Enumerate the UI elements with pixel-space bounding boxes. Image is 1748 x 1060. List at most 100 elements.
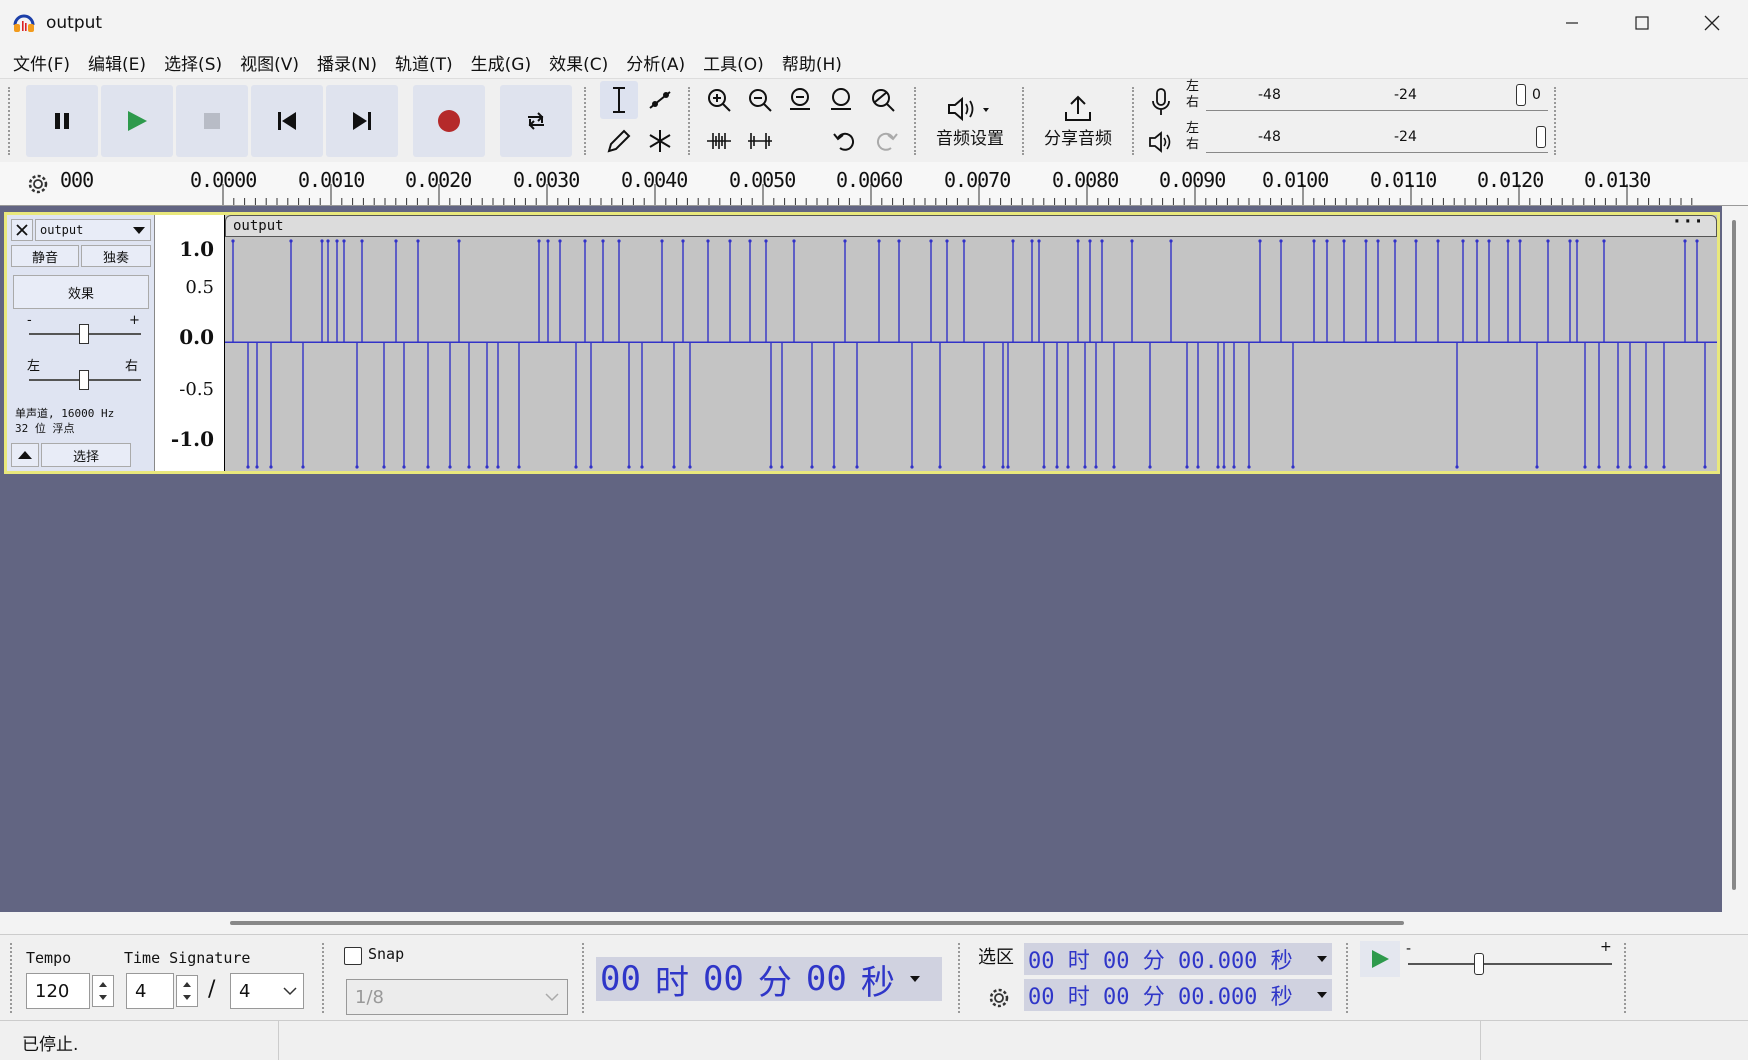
- share-audio-button[interactable]: 分享音频: [1030, 83, 1126, 159]
- toolbar-grip[interactable]: [1624, 943, 1628, 1013]
- effects-button[interactable]: 效果: [13, 275, 149, 309]
- audio-setup-label: 音频设置: [936, 128, 1004, 149]
- minimize-button[interactable]: [1537, 0, 1607, 46]
- redo-button[interactable]: [867, 122, 905, 160]
- time-signature-denominator[interactable]: 4: [230, 973, 304, 1009]
- vertical-scrollbar[interactable]: [1722, 206, 1748, 912]
- menu-view[interactable]: 视图(V): [231, 50, 308, 75]
- track-select-button[interactable]: 选择: [41, 443, 131, 467]
- zoom-in-button[interactable]: [700, 81, 738, 119]
- track-area[interactable]: output 静音 独奏 效果 - + 左 右 单声道, 16000 Hz 32…: [0, 206, 1722, 912]
- pause-button[interactable]: [26, 85, 98, 157]
- menu-analyze[interactable]: 分析(A): [617, 50, 694, 75]
- selection-settings-button[interactable]: [984, 983, 1014, 1013]
- zoom-out-button[interactable]: [741, 81, 779, 119]
- time-signature-numerator[interactable]: 4: [126, 973, 174, 1009]
- zoom-toggle-button[interactable]: [864, 81, 902, 119]
- collapse-track-button[interactable]: [11, 443, 39, 467]
- audio-clip[interactable]: output ···: [225, 212, 1717, 471]
- toolbar-grip[interactable]: [914, 87, 918, 155]
- menu-select[interactable]: 选择(S): [155, 50, 231, 75]
- menu-edit[interactable]: 编辑(E): [79, 50, 155, 75]
- toolbar-grip[interactable]: [8, 87, 12, 155]
- pan-slider-thumb[interactable]: [79, 370, 89, 390]
- gain-slider-thumb[interactable]: [79, 324, 89, 344]
- toolbar-grip[interactable]: [322, 943, 326, 1013]
- time-minutes-unit: 分: [757, 962, 792, 1003]
- gain-slider[interactable]: [29, 324, 141, 344]
- menu-transport[interactable]: 播录(N): [308, 50, 386, 75]
- speed-plus-label: +: [1600, 939, 1612, 955]
- pan-slider[interactable]: [29, 370, 141, 390]
- stop-button[interactable]: [176, 85, 248, 157]
- toolbar-grip[interactable]: [1554, 87, 1558, 155]
- selection-tool[interactable]: [600, 81, 638, 119]
- toolbar-grip[interactable]: [584, 87, 588, 155]
- horizontal-scroll-thumb[interactable]: [230, 921, 1404, 925]
- envelope-tool[interactable]: [641, 81, 679, 119]
- menu-generate[interactable]: 生成(G): [462, 50, 540, 75]
- play-at-speed-button[interactable]: [1360, 941, 1400, 977]
- selection-start-time[interactable]: 00 时 00 分 00.000 秒: [1024, 943, 1332, 975]
- meter-tick-48: -48: [1258, 87, 1281, 103]
- audio-setup-button[interactable]: 音频设置: [922, 83, 1018, 159]
- playback-meter[interactable]: -48 -24: [1206, 123, 1548, 153]
- toolbar-grip[interactable]: [582, 943, 586, 1013]
- clip-header[interactable]: output ···: [225, 212, 1717, 237]
- toolbar-grip[interactable]: [1346, 943, 1350, 1013]
- toolbar-grip[interactable]: [688, 87, 692, 155]
- timeline-ruler[interactable]: 000 0.0000 0.0010 0.0020 0.0030 0.0040 0.0050 0…: [0, 162, 1748, 206]
- toolbar-grip[interactable]: [1022, 87, 1026, 155]
- record-meter[interactable]: -48 -24 0: [1206, 81, 1548, 111]
- skip-to-start-button[interactable]: [251, 85, 323, 157]
- snap-select[interactable]: 1/8: [346, 979, 568, 1015]
- playback-meter-button[interactable]: [1142, 123, 1180, 161]
- track-format-info: 单声道, 16000 Hz: [15, 407, 115, 420]
- multi-tool[interactable]: [641, 122, 679, 160]
- menu-effect[interactable]: 效果(C): [540, 50, 617, 75]
- close-button[interactable]: [1677, 0, 1747, 46]
- timeline-settings-button[interactable]: [20, 168, 56, 200]
- skip-to-end-button[interactable]: [326, 85, 398, 157]
- menu-file[interactable]: 文件(F): [4, 50, 79, 75]
- selection-end-time[interactable]: 00 时 00 分 00.000 秒: [1024, 979, 1332, 1011]
- share-audio-label: 分享音频: [1044, 128, 1112, 149]
- tempo-stepper[interactable]: [92, 975, 114, 1007]
- time-signature-label: Time Signature: [124, 949, 251, 967]
- toolbar-grip[interactable]: [1132, 87, 1136, 155]
- mute-button[interactable]: 静音: [11, 245, 79, 267]
- vertical-scale[interactable]: 1.0 0.5 0.0 -0.5 -1.0: [155, 215, 225, 471]
- menu-tracks[interactable]: 轨道(T): [386, 50, 462, 75]
- waveform[interactable]: [225, 237, 1717, 471]
- toolbar-grip[interactable]: [10, 943, 14, 1013]
- vertical-scroll-thumb[interactable]: [1732, 220, 1736, 890]
- play-button[interactable]: [101, 85, 173, 157]
- numerator-stepper[interactable]: [176, 975, 198, 1007]
- fit-selection-button[interactable]: [782, 81, 820, 119]
- toolbar-grip[interactable]: [958, 943, 962, 1013]
- record-level-slider[interactable]: [1516, 84, 1526, 106]
- playback-speed-slider[interactable]: [1408, 953, 1612, 975]
- time-display[interactable]: 00 时 00 分 00 秒: [596, 957, 942, 1003]
- fit-project-button[interactable]: [823, 81, 861, 119]
- draw-tool[interactable]: [600, 122, 638, 160]
- maximize-button[interactable]: [1607, 0, 1677, 46]
- horizontal-scrollbar[interactable]: [0, 912, 1748, 934]
- track-close-button[interactable]: [11, 219, 33, 241]
- track-name-menu[interactable]: output: [35, 219, 151, 241]
- loop-button[interactable]: [500, 85, 572, 157]
- solo-button[interactable]: 独奏: [81, 245, 151, 267]
- playback-level-slider[interactable]: [1536, 126, 1546, 148]
- menu-help[interactable]: 帮助(H): [773, 50, 851, 75]
- menu-tools[interactable]: 工具(O): [694, 50, 773, 75]
- trim-button[interactable]: [700, 122, 738, 160]
- undo-button[interactable]: [826, 122, 864, 160]
- audio-track[interactable]: output 静音 独奏 效果 - + 左 右 单声道, 16000 Hz 32…: [4, 212, 1720, 474]
- snap-checkbox[interactable]: [344, 947, 362, 965]
- record-meter-button[interactable]: [1142, 83, 1180, 121]
- tempo-input[interactable]: 120: [26, 973, 90, 1009]
- clip-menu-icon[interactable]: ···: [1671, 212, 1704, 232]
- silence-button[interactable]: [741, 122, 779, 160]
- playback-speed-thumb[interactable]: [1474, 953, 1484, 975]
- record-button[interactable]: [413, 85, 485, 157]
